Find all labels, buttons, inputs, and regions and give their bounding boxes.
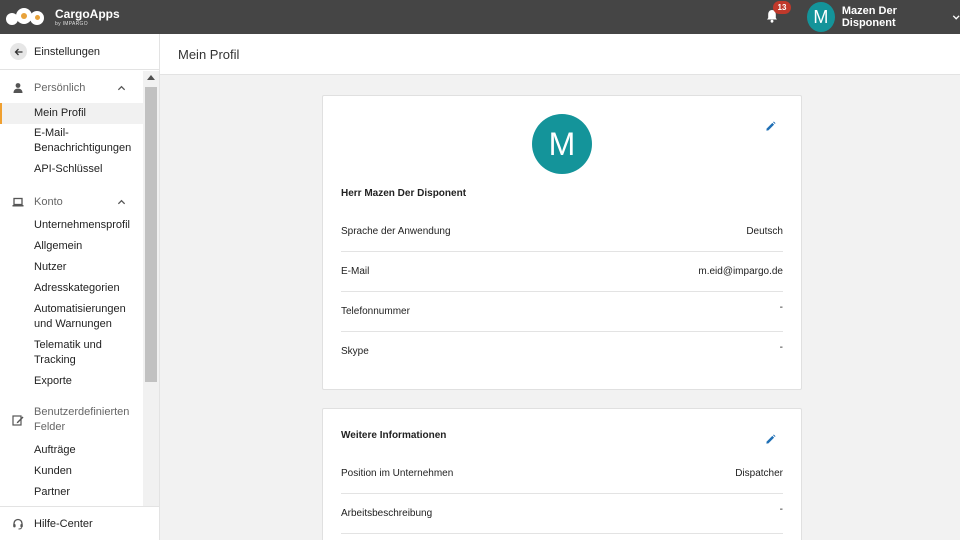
person-icon xyxy=(13,83,23,93)
help-center-label: Hilfe-Center xyxy=(34,517,93,530)
row-value: m.eid@impargo.de xyxy=(698,266,783,277)
sidebar-section-custom-fields[interactable]: Benutzerdefinierten Felder xyxy=(0,404,143,436)
row-label: Position im Unternehmen xyxy=(341,468,454,479)
sidebar-item-exporte[interactable]: Exporte xyxy=(0,374,143,389)
avatar: M xyxy=(807,2,835,32)
row-label: Arbeitsbeschreibung xyxy=(341,508,433,519)
sidebar-section-label: Benutzerdefinierten Felder xyxy=(34,406,130,433)
further-info-card: Weitere Informationen Position im Untern… xyxy=(322,408,802,540)
scroll-up-icon[interactable] xyxy=(147,75,155,80)
sidebar-item-telematik[interactable]: Telematik und Tracking xyxy=(0,338,143,368)
edit-pencil-icon[interactable] xyxy=(765,434,776,445)
headset-icon xyxy=(13,518,23,529)
user-name: Mazen Der Disponent xyxy=(841,5,897,29)
sidebar-item-partner[interactable]: Partner xyxy=(0,485,143,500)
scrollbar-thumb[interactable] xyxy=(145,87,157,382)
profile-row-email: E-Mail m.eid@impargo.de xyxy=(341,252,783,292)
sidebar-item-nutzer[interactable]: Nutzer xyxy=(0,260,143,275)
chevron-up-icon xyxy=(117,85,126,90)
sidebar-back-label: Einstellungen xyxy=(34,45,101,58)
row-value: - xyxy=(779,302,783,313)
info-row-job-description: Arbeitsbeschreibung - xyxy=(341,494,783,534)
back-arrow-icon[interactable] xyxy=(10,43,27,60)
sidebar-item-email-benachrichtigungen[interactable]: E-Mail-Benachrichtigungen xyxy=(0,126,143,156)
edit-pencil-icon[interactable] xyxy=(765,121,776,132)
sidebar-back[interactable]: Einstellungen xyxy=(0,34,159,70)
sidebar-item-api-schluessel[interactable]: API-Schlüssel xyxy=(0,162,143,177)
sidebar-item-auftraege[interactable]: Aufträge xyxy=(0,443,143,458)
sidebar-section-label: Konto xyxy=(34,195,63,208)
sidebar-nav: Persönlich Mein Profil E-Mail-Benachrich… xyxy=(0,71,159,540)
laptop-icon xyxy=(12,197,24,207)
row-label: Sprache der Anwendung xyxy=(341,226,451,237)
sidebar-section-konto[interactable]: Konto xyxy=(0,192,143,212)
sidebar-section-persoenlich[interactable]: Persönlich xyxy=(0,78,143,98)
sidebar-scrollbar[interactable] xyxy=(143,71,159,540)
help-center-link[interactable]: Hilfe-Center xyxy=(0,506,159,540)
profile-row-skype: Skype - xyxy=(341,332,783,372)
row-label: E-Mail xyxy=(341,266,370,277)
page-header: Mein Profil xyxy=(160,34,960,75)
sidebar-item-adresskategorien[interactable]: Adresskategorien xyxy=(0,281,143,296)
notification-badge[interactable]: 13 xyxy=(773,1,791,14)
row-label: Skype xyxy=(341,346,369,357)
app-subtitle: by IMPARGO xyxy=(55,20,88,27)
row-label: Telefonnummer xyxy=(341,306,410,317)
sidebar-item-automatisierungen[interactable]: Automatisierungen und Warnungen xyxy=(0,302,143,332)
row-value: Dispatcher xyxy=(735,468,783,479)
sidebar: Einstellungen Persönlich Mein Profil E-M… xyxy=(0,34,160,540)
sidebar-item-kunden[interactable]: Kunden xyxy=(0,464,143,479)
row-value: - xyxy=(779,342,783,353)
edit-note-icon xyxy=(12,415,24,426)
profile-card: M Herr Mazen Der Disponent Sprache der A… xyxy=(322,95,802,390)
top-bar: CargoApps by IMPARGO 13 M Mazen Der Disp… xyxy=(0,0,960,34)
profile-avatar: M xyxy=(532,114,592,174)
logo-icon xyxy=(6,6,50,28)
chevron-up-icon xyxy=(117,199,126,204)
info-row-position: Position im Unternehmen Dispatcher xyxy=(341,454,783,494)
sidebar-item-allgemein[interactable]: Allgemein xyxy=(0,239,143,254)
page-title: Mein Profil xyxy=(178,47,240,62)
profile-row-phone: Telefonnummer - xyxy=(341,292,783,332)
sidebar-section-label: Persönlich xyxy=(34,81,86,94)
row-value: Deutsch xyxy=(746,226,783,237)
app-logo[interactable]: CargoApps by IMPARGO xyxy=(6,4,120,30)
chevron-down-icon xyxy=(952,14,960,20)
profile-row-language: Sprache der Anwendung Deutsch xyxy=(341,212,783,252)
profile-full-name: Herr Mazen Der Disponent xyxy=(341,188,467,199)
sidebar-item-mein-profil[interactable]: Mein Profil xyxy=(0,103,143,124)
app-title: CargoApps xyxy=(55,6,120,21)
section-title: Weitere Informationen xyxy=(341,430,447,441)
user-menu[interactable]: M Mazen Der Disponent xyxy=(807,2,960,32)
row-value: - xyxy=(779,504,783,515)
sidebar-item-unternehmensprofil[interactable]: Unternehmensprofil xyxy=(0,218,143,233)
